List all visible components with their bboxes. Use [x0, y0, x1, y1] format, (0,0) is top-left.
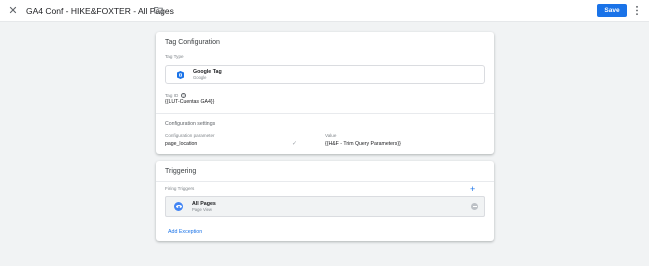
- firing-triggers-label: Firing Triggers: [165, 186, 195, 191]
- add-exception-link[interactable]: Add Exception: [168, 229, 202, 236]
- parameter-value: {{H&F - Trim Query Parameters}}: [325, 141, 401, 147]
- triggering-card[interactable]: Triggering Firing Triggers + All Pages P…: [156, 161, 494, 241]
- google-tag-icon: [177, 71, 184, 79]
- remove-icon[interactable]: [471, 203, 478, 210]
- page-title[interactable]: GA4 Conf - HIKE&FOXTER - All Pages: [26, 5, 174, 17]
- triggering-title: Triggering: [165, 168, 197, 175]
- close-icon[interactable]: ✕: [7, 5, 19, 17]
- top-bar: ✕ GA4 Conf - HIKE&FOXTER - All Pages Sav…: [0, 0, 649, 22]
- tag-type-label: Tag Type: [165, 54, 184, 59]
- value-label: Value: [325, 133, 337, 138]
- configuration-parameter-label: Configuration parameter: [165, 133, 215, 138]
- tag-configuration-title: Tag Configuration: [165, 39, 220, 46]
- tag-id-value: {{LUT-Cuentas GA4}}: [165, 99, 215, 105]
- tag-type-vendor: Google: [193, 75, 207, 80]
- section-divider: [156, 113, 494, 114]
- trigger-row[interactable]: All Pages Page View: [165, 196, 485, 217]
- pageview-eye-icon: [174, 202, 183, 211]
- tag-type-selector[interactable]: Google Tag Google: [165, 65, 485, 84]
- more-vert-icon[interactable]: [634, 5, 640, 16]
- add-trigger-button[interactable]: +: [470, 185, 475, 194]
- help-icon[interactable]: ?: [181, 93, 186, 98]
- check-icon: ✓: [292, 141, 298, 147]
- folder-icon[interactable]: [154, 6, 163, 14]
- section-divider: [156, 181, 494, 182]
- trigger-type: Page View: [192, 207, 212, 212]
- parameter-name: page_location: [165, 141, 198, 147]
- save-button[interactable]: Save: [597, 4, 627, 17]
- configuration-settings-title: Configuration settings: [165, 121, 216, 127]
- tag-configuration-card[interactable]: Tag Configuration Tag Type Google Tag Go…: [156, 32, 494, 154]
